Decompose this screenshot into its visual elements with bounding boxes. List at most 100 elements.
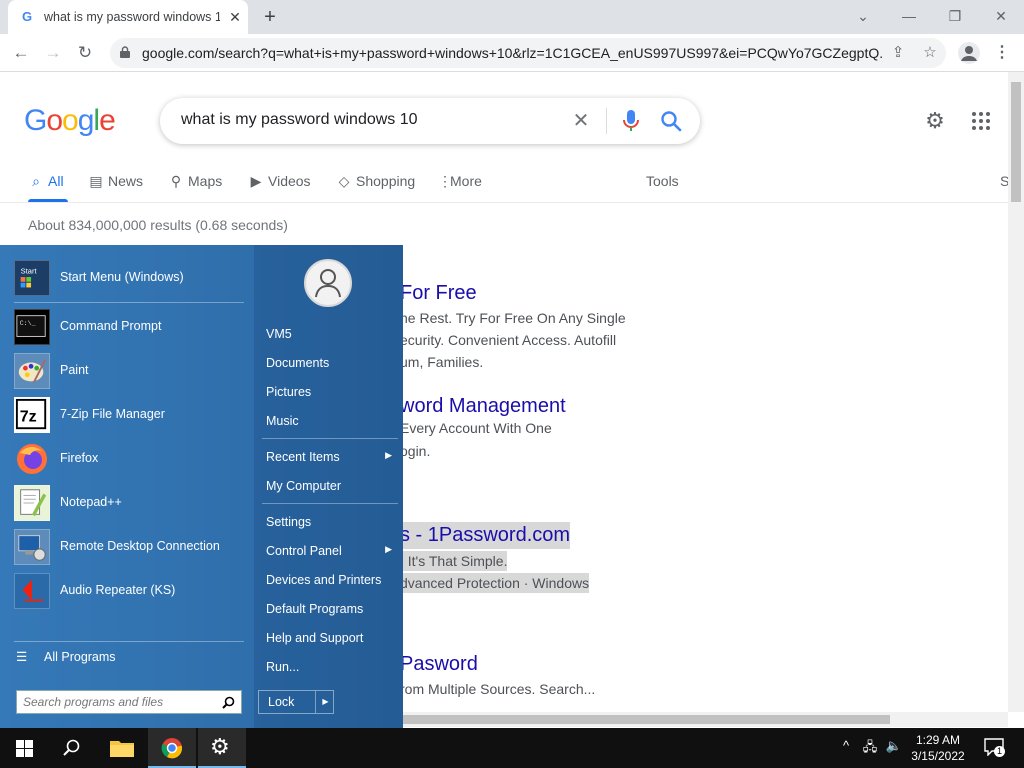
notification-center-icon[interactable]: 1 xyxy=(982,738,1006,759)
program-paint[interactable]: Paint xyxy=(12,350,248,392)
taskbar-search-button[interactable] xyxy=(48,728,96,768)
recent-items-link[interactable]: Recent Items ▶ xyxy=(266,450,396,464)
share-icon[interactable]: ⇪ xyxy=(888,44,908,62)
list-icon: ☰ xyxy=(16,650,28,664)
browser-tab[interactable]: G what is my password windows 10 ✕ xyxy=(8,0,248,34)
volume-icon[interactable]: 🔈 xyxy=(884,738,904,754)
reload-icon[interactable]: ↻ xyxy=(72,40,98,66)
close-tab-icon[interactable]: ✕ xyxy=(226,8,244,26)
close-window-button[interactable]: ✕ xyxy=(986,4,1016,28)
help-support-link[interactable]: Help and Support xyxy=(266,631,396,645)
program-firefox[interactable]: Firefox xyxy=(12,438,248,480)
new-tab-button[interactable]: + xyxy=(258,6,282,28)
lock-options-arrow-icon[interactable]: ▶ xyxy=(315,691,335,713)
search-box[interactable]: what is my password windows 10 ✕ xyxy=(160,98,700,144)
taskbar-chrome[interactable] xyxy=(148,728,196,768)
search-divider xyxy=(606,108,607,134)
minimize-button[interactable]: — xyxy=(894,4,924,28)
program-remote-desktop[interactable]: Remote Desktop Connection xyxy=(12,526,248,568)
vertical-scroll-thumb[interactable] xyxy=(1011,82,1021,202)
pictures-link[interactable]: Pictures xyxy=(266,385,396,399)
settings-link[interactable]: Settings xyxy=(266,515,396,529)
start-menu-icon: Start xyxy=(14,260,50,296)
bookmark-star-icon[interactable]: ☆ xyxy=(920,44,940,62)
program-command-prompt[interactable]: C:\_ Command Prompt xyxy=(12,306,248,348)
result-snippet: . It's That Simple. xyxy=(400,551,508,571)
all-programs-button[interactable]: ☰ All Programs xyxy=(16,649,116,664)
default-programs-link[interactable]: Default Programs xyxy=(266,602,396,616)
browser-toolbar: ← → ↻ google.com/search?q=what+is+my+pas… xyxy=(0,34,1024,72)
menu-separator xyxy=(14,302,244,303)
tab-all[interactable]: ⌕ All xyxy=(28,172,63,192)
run-link[interactable]: Run... xyxy=(266,660,396,674)
menu-separator xyxy=(14,641,244,642)
result-snippet: dvanced Protection · Windows xyxy=(400,573,590,593)
program-7zip[interactable]: 7z 7-Zip File Manager xyxy=(12,394,248,436)
clock[interactable]: 1:29 AM 3/15/2022 xyxy=(906,732,970,764)
program-start-menu[interactable]: Start Start Menu (Windows) xyxy=(12,257,248,299)
horizontal-scrollbar[interactable] xyxy=(403,712,1008,727)
result-title[interactable]: s - 1Password.com xyxy=(400,522,571,549)
taskbar-file-explorer[interactable] xyxy=(98,728,146,768)
devices-printers-link[interactable]: Devices and Printers xyxy=(266,573,396,587)
search-icon[interactable] xyxy=(658,108,684,134)
settings-gear-icon[interactable]: ⚙ xyxy=(922,108,948,134)
result-snippet: Every Account With One xyxy=(400,420,552,436)
google-favicon-icon: G xyxy=(22,9,33,24)
program-label: Start Menu (Windows) xyxy=(60,270,184,284)
magnifier-icon[interactable] xyxy=(222,696,235,709)
show-hidden-icons-icon[interactable]: ^ xyxy=(836,738,856,753)
url-text[interactable]: google.com/search?q=what+is+my+password+… xyxy=(142,45,882,61)
start-search-box[interactable]: Search programs and files xyxy=(16,690,242,714)
address-bar[interactable]: google.com/search?q=what+is+my+password+… xyxy=(110,38,946,68)
horizontal-scroll-thumb[interactable] xyxy=(403,715,890,724)
start-menu-places: VM5 Documents Pictures Music Recent Item… xyxy=(254,245,403,728)
tab-videos[interactable]: ▶ Videos xyxy=(248,172,311,192)
program-label: Command Prompt xyxy=(60,319,162,333)
music-link[interactable]: Music xyxy=(266,414,396,428)
tab-shopping[interactable]: ◇ Shopping xyxy=(336,172,416,192)
tab-news[interactable]: ▤ News xyxy=(88,172,143,192)
forward-arrow-icon[interactable]: → xyxy=(40,40,66,66)
lock-button[interactable]: Lock ▶ xyxy=(258,690,334,714)
vertical-scrollbar[interactable] xyxy=(1008,72,1024,712)
svg-text:C:\_: C:\_ xyxy=(20,319,36,327)
taskbar: ⚙ ^ 🖧 🔈 1:29 AM 3/15/2022 1 xyxy=(0,728,1024,768)
user-folder-link[interactable]: VM5 xyxy=(266,327,396,341)
control-panel-link[interactable]: Control Panel ▶ xyxy=(266,544,396,558)
result-title[interactable]: Pasword xyxy=(400,653,478,676)
my-computer-link[interactable]: My Computer xyxy=(266,479,396,493)
program-audio-repeater[interactable]: Audio Repeater (KS) xyxy=(12,570,248,612)
chrome-menu-icon[interactable]: ⋮ xyxy=(992,42,1012,64)
start-search-input[interactable]: Search programs and files xyxy=(23,695,163,709)
video-icon: ▶ xyxy=(250,173,262,189)
tools-button[interactable]: Tools xyxy=(646,172,679,192)
back-arrow-icon[interactable]: ← xyxy=(8,40,34,66)
profile-avatar-icon[interactable] xyxy=(958,42,980,64)
program-label: Remote Desktop Connection xyxy=(60,539,220,553)
clear-search-icon[interactable]: ✕ xyxy=(568,108,594,134)
tab-more[interactable]: ⋮More xyxy=(438,172,482,192)
documents-link[interactable]: Documents xyxy=(266,356,396,370)
tab-search-icon[interactable]: ⌄ xyxy=(848,4,878,28)
map-pin-icon: ⚲ xyxy=(170,173,182,189)
windows-start-button[interactable] xyxy=(0,728,48,768)
result-snippet: he Rest. Try For Free On Any Single xyxy=(400,310,626,326)
result-title[interactable]: For Free xyxy=(400,282,477,305)
taskbar-settings[interactable]: ⚙ xyxy=(198,728,246,768)
restore-button[interactable]: ❐ xyxy=(940,4,970,28)
date: 3/15/2022 xyxy=(911,749,965,763)
user-avatar-icon[interactable] xyxy=(304,259,352,307)
search-input[interactable]: what is my password windows 10 xyxy=(181,111,418,129)
google-logo[interactable]: Google xyxy=(24,104,116,138)
microphone-icon[interactable] xyxy=(620,108,642,134)
program-label: Firefox xyxy=(60,451,99,465)
folder-icon xyxy=(110,741,134,757)
tab-maps[interactable]: ⚲ Maps xyxy=(168,172,222,192)
program-notepadpp[interactable]: Notepad++ xyxy=(12,482,248,524)
gear-icon: ⚙ xyxy=(210,734,230,759)
result-title[interactable]: word Management xyxy=(400,395,566,418)
google-apps-icon[interactable] xyxy=(970,110,992,132)
network-icon[interactable]: 🖧 xyxy=(860,738,880,760)
program-label: Audio Repeater (KS) xyxy=(60,583,176,597)
